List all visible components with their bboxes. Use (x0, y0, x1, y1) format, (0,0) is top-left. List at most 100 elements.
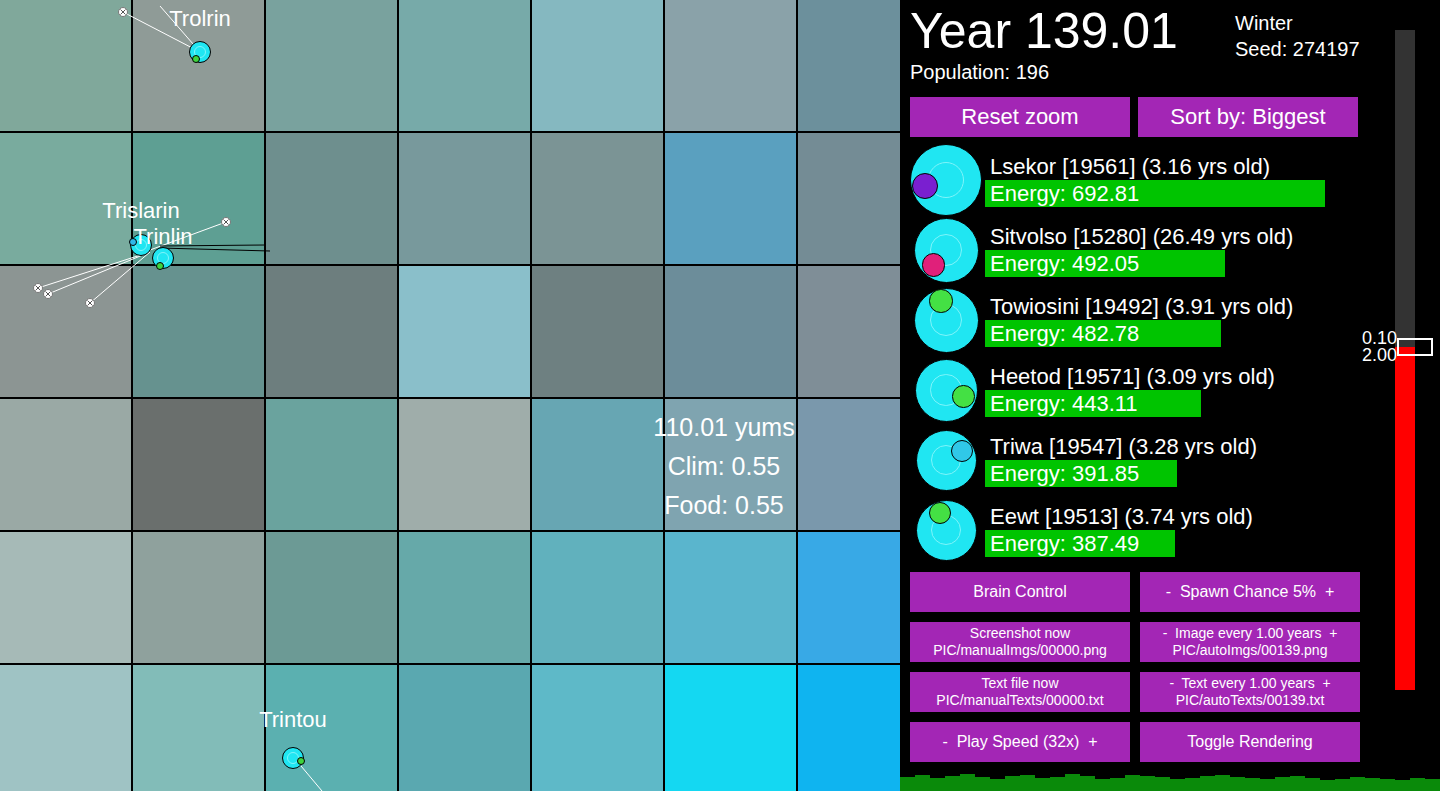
map-tile[interactable] (798, 399, 900, 530)
slider-track[interactable]: 0.102.00 (1395, 30, 1415, 690)
ranking-row[interactable]: Eewt [19513] (3.74 yrs old)Energy: 387.4… (910, 495, 1360, 565)
map-tile[interactable] (266, 266, 397, 397)
map-tile[interactable] (798, 266, 900, 397)
control-button[interactable]: - Text every 1.00 years +PIC/autoTexts/0… (1140, 672, 1360, 712)
creature-icon (910, 145, 985, 215)
graph-bar (1305, 778, 1320, 791)
map-tile[interactable] (532, 0, 663, 131)
button-line: - Play Speed (32x) + (942, 733, 1097, 751)
control-button[interactable]: Screenshot nowPIC/manualImgs/00000.png (910, 622, 1130, 662)
graph-bar (1215, 775, 1230, 791)
sort-button[interactable]: Sort by: Biggest (1138, 97, 1358, 137)
control-button[interactable]: Brain Control (910, 572, 1130, 612)
map-tile[interactable] (133, 399, 264, 530)
map-tile[interactable] (798, 133, 900, 264)
map-tile[interactable] (0, 0, 131, 131)
slider-label: 0.10 (1362, 330, 1397, 347)
creature-mouth (297, 757, 305, 765)
map-tile[interactable] (266, 0, 397, 131)
energy-bar: Energy: 391.85 (985, 460, 1385, 487)
slider-labels: 0.102.00 (1362, 330, 1397, 364)
energy-bar: Energy: 492.05 (985, 250, 1385, 277)
control-button[interactable]: - Play Speed (32x) + (910, 722, 1130, 762)
graph-bar (1290, 776, 1305, 791)
graph-bar (1155, 777, 1170, 791)
map-tile[interactable] (665, 665, 796, 791)
creature-mouth-icon (951, 440, 973, 462)
slider-handle[interactable]: 0.102.00 (1397, 338, 1433, 356)
map-tile[interactable] (399, 0, 530, 131)
creature-icon (910, 285, 985, 355)
map-tile[interactable] (133, 665, 264, 791)
map-tile[interactable] (133, 532, 264, 663)
button-line: PIC/autoTexts/00139.txt (1176, 692, 1325, 709)
map-tile[interactable] (665, 0, 796, 131)
button-line: PIC/manualImgs/00000.png (933, 642, 1107, 659)
graph-bar (1410, 778, 1425, 791)
ranking-row[interactable]: Triwa [19547] (3.28 yrs old)Energy: 391.… (910, 425, 1360, 495)
ranking-row[interactable]: Sitvolso [15280] (26.49 yrs old)Energy: … (910, 215, 1360, 285)
map-tile[interactable] (665, 532, 796, 663)
map-tile[interactable] (532, 665, 663, 791)
map-tile[interactable] (0, 266, 131, 397)
map-tile[interactable] (399, 266, 530, 397)
reset-zoom-button[interactable]: Reset zoom (910, 97, 1130, 137)
map-tile[interactable] (532, 133, 663, 264)
graph-bar (915, 775, 930, 791)
map-tile[interactable] (399, 665, 530, 791)
button-line: Screenshot now (970, 625, 1070, 642)
graph-bar (945, 776, 960, 791)
creature-mouth-icon (922, 253, 945, 276)
creature-body[interactable] (152, 247, 174, 269)
map-tile[interactable] (399, 133, 530, 264)
tile-grid (0, 0, 900, 791)
ranking-text: Eewt [19513] (3.74 yrs old)Energy: 387.4… (985, 504, 1385, 557)
tile-info-line: Clim: 0.55 (594, 447, 854, 486)
button-line: PIC/manualTexts/00000.txt (936, 692, 1103, 709)
map-tile[interactable] (399, 399, 530, 530)
creature-body-icon (914, 288, 979, 353)
map-tile[interactable] (665, 133, 796, 264)
map-tile[interactable] (532, 399, 663, 530)
button-line: Brain Control (973, 583, 1066, 601)
map-tile[interactable] (0, 532, 131, 663)
map-tile[interactable] (266, 399, 397, 530)
tile-tooltip: 110.01 yumsClim: 0.55Food: 0.55 (594, 408, 854, 525)
graph-bar (1395, 780, 1410, 791)
button-line: - Text every 1.00 years + (1169, 675, 1330, 692)
map-tile[interactable] (399, 532, 530, 663)
creature-body[interactable] (189, 41, 211, 63)
control-button[interactable]: - Spawn Chance 5% + (1140, 572, 1360, 612)
map-tile[interactable] (665, 266, 796, 397)
ranking-row[interactable]: Lsekor [19561] (3.16 yrs old)Energy: 692… (910, 145, 1360, 215)
creature-name: Lsekor [19561] (3.16 yrs old) (985, 154, 1385, 180)
map-tile[interactable] (798, 532, 900, 663)
button-line: - Spawn Chance 5% + (1166, 583, 1335, 601)
creature-body[interactable] (282, 747, 304, 769)
ranking-row[interactable]: Heetod [19571] (3.09 yrs old)Energy: 443… (910, 355, 1360, 425)
control-button[interactable]: Toggle Rendering (1140, 722, 1360, 762)
control-button[interactable]: Text file nowPIC/manualTexts/00000.txt (910, 672, 1130, 712)
creature-label: Trolrin (169, 6, 231, 32)
creature-icon (910, 355, 985, 425)
graph-bar (1065, 774, 1080, 791)
graph-bar (1035, 778, 1050, 791)
map-tile[interactable] (532, 532, 663, 663)
map-tile[interactable] (133, 266, 264, 397)
map-tile[interactable] (798, 665, 900, 791)
world-map[interactable]: TrolrinTrislarinTrinlinTrintou110.01 yum… (0, 0, 900, 791)
map-tile[interactable] (0, 399, 131, 530)
map-tile[interactable] (0, 665, 131, 791)
map-tile[interactable] (266, 133, 397, 264)
graph-bar (1245, 778, 1260, 791)
graph-bar (1170, 779, 1185, 791)
panel-header: Year 139.01Population: 196WinterSeed: 27… (910, 6, 1360, 84)
map-tile[interactable] (266, 532, 397, 663)
energy-bar: Energy: 482.78 (985, 320, 1385, 347)
control-button[interactable]: - Image every 1.00 years +PIC/autoImgs/0… (1140, 622, 1360, 662)
ranking-row[interactable]: Towiosini [19492] (3.91 yrs old)Energy: … (910, 285, 1360, 355)
map-tile[interactable] (798, 0, 900, 131)
energy-label: Energy: 387.49 (985, 530, 1385, 557)
button-line: Text file now (981, 675, 1058, 692)
map-tile[interactable] (532, 266, 663, 397)
